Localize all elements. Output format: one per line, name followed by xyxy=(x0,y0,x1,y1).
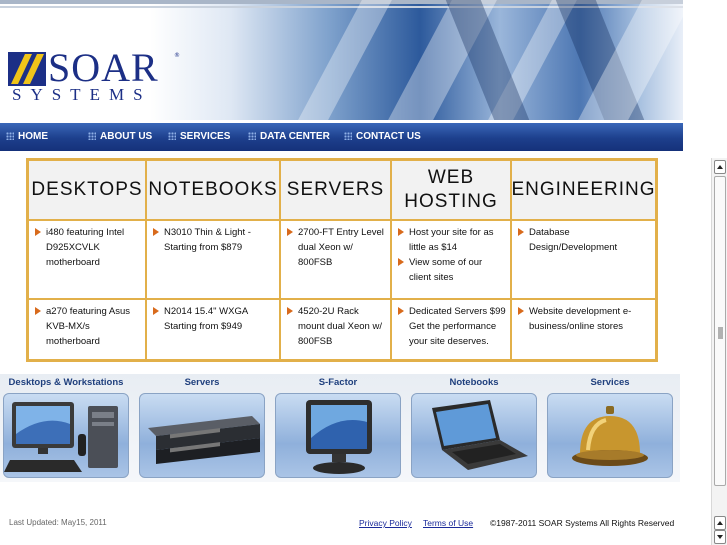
category-grid: DESKTOPS NOTEBOOKS SERVERS WEB HOSTING E… xyxy=(26,158,658,362)
category-header-engineering[interactable]: ENGINEERING xyxy=(511,160,656,220)
bullet-arrow-icon xyxy=(398,228,404,236)
bullet-arrow-icon xyxy=(287,228,293,236)
scroll-up-arrow-icon[interactable] xyxy=(714,160,726,174)
service-bell-image xyxy=(547,393,673,478)
nav-data-center[interactable]: DATA CENTER xyxy=(248,123,330,151)
category-header-desktops[interactable]: DESKTOPS xyxy=(28,160,146,220)
registered-mark-icon: ® xyxy=(174,52,180,59)
nav-services[interactable]: SERVICES xyxy=(168,123,230,151)
nav-dots-icon xyxy=(344,132,352,141)
bullet-arrow-icon xyxy=(287,307,293,315)
banner-light-beam xyxy=(298,0,392,120)
product-link[interactable]: N2014 15.4" WXGA Starting from $949 xyxy=(153,304,275,334)
category-item: a270 featuring Asus KVB-MX/s motherboard xyxy=(28,299,146,360)
main-nav: HOME ABOUT US SERVICES DATA CENTER CONTA… xyxy=(0,123,683,151)
product-services[interactable]: Services xyxy=(545,374,675,480)
lcd-monitor-image xyxy=(275,393,401,478)
category-header-notebooks[interactable]: NOTEBOOKS xyxy=(146,160,280,220)
product-link[interactable]: 4520-2U Rack mount dual Xeon w/ 800FSB xyxy=(287,304,386,349)
product-notebooks[interactable]: Notebooks xyxy=(409,374,539,480)
notebook-image xyxy=(411,393,537,478)
product-link[interactable]: Host your site for as little as $14 xyxy=(398,225,506,255)
nav-dots-icon xyxy=(88,132,96,141)
terms-of-use-link[interactable]: Terms of Use xyxy=(423,518,473,528)
product-link[interactable]: Dedicated Servers $99 Get the performanc… xyxy=(398,304,506,349)
product-link[interactable]: 2700-FT Entry Level dual Xeon w/ 800FSB xyxy=(287,225,386,270)
category-item: 2700-FT Entry Level dual Xeon w/ 800FSB xyxy=(280,220,391,299)
page-scrollbar[interactable] xyxy=(711,158,727,545)
nav-about-us[interactable]: ABOUT US xyxy=(88,123,152,151)
privacy-policy-link[interactable]: Privacy Policy xyxy=(359,518,412,528)
last-updated: Last Updated: May15, 2011 xyxy=(9,518,107,527)
category-item: Dedicated Servers $99 Get the performanc… xyxy=(391,299,511,360)
bullet-arrow-icon xyxy=(35,228,41,236)
nav-dots-icon xyxy=(248,132,256,141)
logo-mark-icon xyxy=(8,52,46,86)
soar-systems-logo[interactable]: SOAR ® SYSTEMS xyxy=(6,45,186,108)
desktop-workstation-image xyxy=(3,393,129,478)
nav-contact-us[interactable]: CONTACT US xyxy=(344,123,421,151)
product-servers[interactable]: Servers xyxy=(137,374,267,480)
product-link[interactable]: N3010 Thin & Light - Starting from $879 xyxy=(153,225,275,255)
header-banner: SOAR ® SYSTEMS xyxy=(0,0,683,120)
category-item: Host your site for as little as $14 View… xyxy=(391,220,511,299)
bullet-arrow-icon xyxy=(153,228,159,236)
nav-home[interactable]: HOME xyxy=(6,123,48,151)
nav-dots-icon xyxy=(168,132,176,141)
bullet-arrow-icon xyxy=(518,307,524,315)
product-link[interactable]: Website development e-business/online st… xyxy=(518,304,651,334)
product-desktops-workstations[interactable]: Desktops & Workstations xyxy=(1,374,131,480)
rack-server-image xyxy=(139,393,265,478)
bullet-arrow-icon xyxy=(518,228,524,236)
category-header-web-hosting[interactable]: WEB HOSTING xyxy=(391,160,511,220)
bullet-arrow-icon xyxy=(398,258,404,266)
product-link[interactable]: a270 featuring Asus KVB-MX/s motherboard xyxy=(35,304,141,349)
category-item: N2014 15.4" WXGA Starting from $949 xyxy=(146,299,280,360)
nav-dots-icon xyxy=(6,132,14,141)
bullet-arrow-icon xyxy=(153,307,159,315)
category-item: N3010 Thin & Light - Starting from $879 xyxy=(146,220,280,299)
scroll-up-arrow-icon[interactable] xyxy=(714,516,726,530)
category-item: i480 featuring Intel D925XCVLK motherboa… xyxy=(28,220,146,299)
product-strip: Desktops & Workstations Servers S-Factor… xyxy=(0,374,680,482)
category-item: Website development e-business/online st… xyxy=(511,299,656,360)
scroll-down-arrow-icon[interactable] xyxy=(714,530,726,544)
copyright: ©1987-2011 SOAR Systems All Rights Reser… xyxy=(490,518,675,528)
product-link[interactable]: Database Design/Development xyxy=(518,225,651,255)
page: SOAR ® SYSTEMS HOME ABOUT US SERVICES DA… xyxy=(0,0,727,545)
category-header-servers[interactable]: SERVERS xyxy=(280,160,391,220)
bullet-arrow-icon xyxy=(398,307,404,315)
grip-icon xyxy=(718,327,723,339)
scrollbar-thumb[interactable] xyxy=(714,176,726,486)
category-item: 4520-2U Rack mount dual Xeon w/ 800FSB xyxy=(280,299,391,360)
product-link[interactable]: View some of our client sites xyxy=(398,255,506,285)
logo-subtitle: SYSTEMS xyxy=(12,85,152,104)
category-item: Database Design/Development xyxy=(511,220,656,299)
bullet-arrow-icon xyxy=(35,307,41,315)
product-link[interactable]: i480 featuring Intel D925XCVLK motherboa… xyxy=(35,225,141,270)
product-s-factor[interactable]: S-Factor xyxy=(273,374,403,480)
logo-wordmark: SOAR xyxy=(48,45,159,90)
